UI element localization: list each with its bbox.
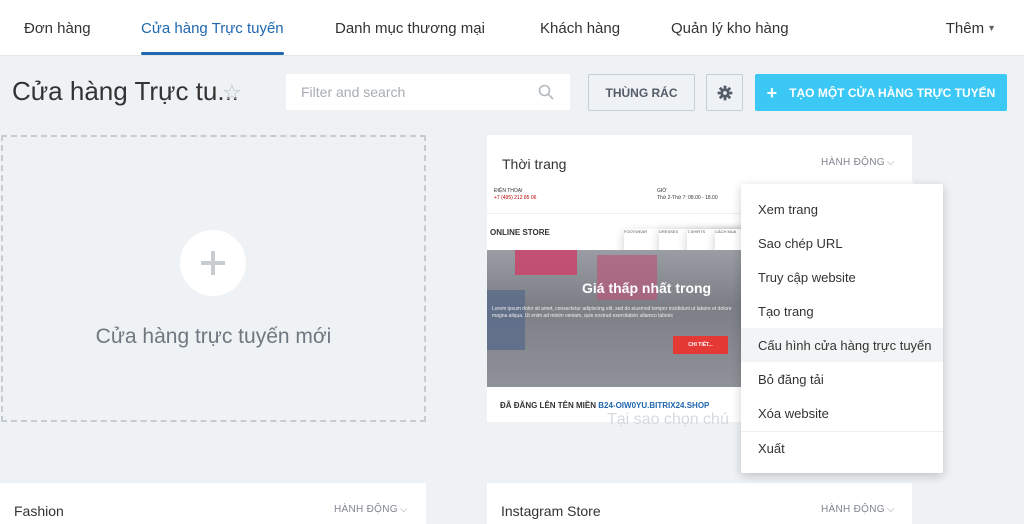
create-store-button[interactable]: + TẠO MỘT CỬA HÀNG TRỰC TUYẾN [755,74,1007,111]
preview-hours: GIỜ Thứ 2-Thứ 7: 08.00 - 18.00 [657,188,718,202]
chevron-down-icon: ▼ [987,23,996,33]
store-actions-button[interactable]: HÀNH ĐỘNG ⌵ [821,157,895,168]
hero-button: CHI TIẾT... [673,336,728,354]
star-icon[interactable]: ☆ [222,80,242,106]
chevron-down-icon: ⌵ [399,504,408,515]
plus-icon: + [766,82,778,103]
create-store-label: TẠO MỘT CỬA HÀNG TRỰC TUYẾN [789,85,996,100]
phone-value: +7 (495) 212 85 06 [494,195,537,201]
store-title: Fashion [14,503,64,519]
search-input[interactable] [286,74,526,110]
hours-label: GIỜ [657,188,667,194]
hero-heading: Giá thấp nhất trong [582,280,712,296]
menu-item-visit-website[interactable]: Truy cập website [741,260,943,294]
search-icon[interactable] [538,84,554,100]
menu-item-copy-url[interactable]: Sao chép URL [741,226,943,260]
tab-customers[interactable]: Khách hàng [540,20,620,37]
menu-item-configure-store[interactable]: Cấu hình cửa hàng trực tuyến [741,328,943,362]
menu-item-create-page[interactable]: Tạo trang [741,294,943,328]
plus-icon [201,251,225,275]
tab-commerce-catalog[interactable]: Danh mục thương mại [335,20,485,37]
preview-hero: Giá thấp nhất trong Lorem ipsum dolor si… [487,250,742,387]
action-label: HÀNH ĐỘNG [821,157,885,168]
tab-online-stores[interactable]: Cửa hàng Trực tuyến [141,20,284,37]
tab-orders[interactable]: Đơn hàng [24,20,91,37]
menu-item-delete-website[interactable]: Xóa website [741,396,943,430]
menu-item-unpublish[interactable]: Bỏ đăng tải [741,362,943,396]
tab-inventory[interactable]: Quản lý kho hàng [671,20,789,37]
page-title: Cửa hàng Trực tu... [12,76,240,106]
gear-icon [717,85,732,100]
store-title: Instagram Store [501,503,601,519]
store-title: Thời trang [502,156,567,172]
trash-button[interactable]: THÙNG RÁC [588,74,695,111]
active-tab-indicator [141,52,284,55]
chevron-down-icon: ⌵ [886,504,895,515]
store-actions-menu: Xem trang Sao chép URL Truy cập website … [741,184,943,473]
menu-item-export[interactable]: Xuất [741,431,943,465]
store-actions-button[interactable]: HÀNH ĐỘNG ⌵ [821,504,895,515]
store-card-fashion: Fashion HÀNH ĐỘNG ⌵ [0,483,426,524]
domain-label: ĐÃ ĐĂNG LÊN TÊN MIỀN [500,401,596,410]
store-card-instagram: Instagram Store HÀNH ĐỘNG ⌵ [487,483,912,524]
hero-decoration [487,290,525,350]
hours-value: Thứ 2-Thứ 7: 08.00 - 18.00 [657,195,718,201]
settings-button[interactable] [706,74,743,111]
domain-link[interactable]: B24-OIW0YU.BITRIX24.SHOP [598,401,709,410]
menu-item-view-page[interactable]: Xem trang [741,192,943,226]
chevron-down-icon: ⌵ [886,157,895,168]
faded-preview-text: Tại sao chọn chú [607,411,729,428]
phone-label: ĐIỆN THOẠI [494,188,523,194]
new-store-tile[interactable]: Cửa hàng trực tuyến mới [1,135,426,422]
search-box [286,74,570,110]
action-label: HÀNH ĐỘNG [821,504,885,515]
hero-subtext: Lorem ipsum dolor sit amet, consectetur … [492,306,732,319]
new-store-label: Cửa hàng trực tuyến mới [95,325,332,348]
store-actions-button[interactable]: HÀNH ĐỘNG ⌵ [334,504,408,515]
more-label: Thêm [945,20,985,37]
add-store-circle[interactable] [180,230,246,296]
more-menu[interactable]: Thêm ▼ [946,20,996,37]
preview-logo: ONLINE STORE [490,228,550,237]
hero-decoration [515,250,577,275]
preview-phone: ĐIỆN THOẠI +7 (495) 212 85 06 [494,188,536,202]
top-navigation: Đơn hàng Cửa hàng Trực tuyến Danh mục th… [0,0,1024,56]
published-domain: ĐÃ ĐĂNG LÊN TÊN MIỀN B24-OIW0YU.BITRIX24… [500,401,709,410]
action-label: HÀNH ĐỘNG [334,504,398,515]
